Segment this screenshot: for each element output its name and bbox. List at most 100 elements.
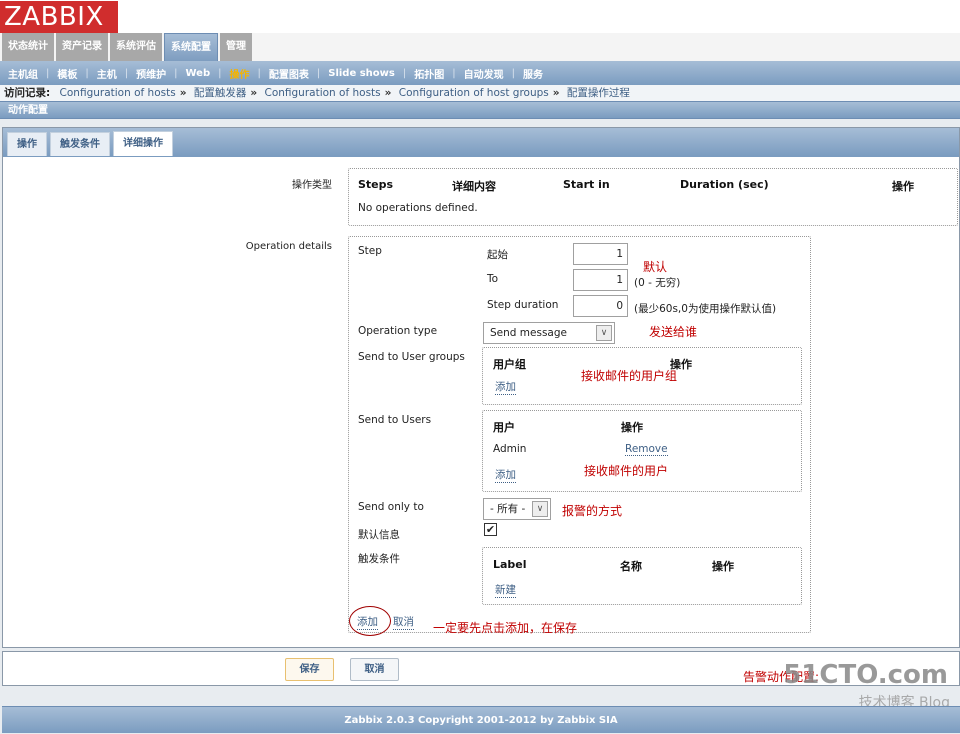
main-menu: 状态统计 资产记录 系统评估 系统配置 管理 [0,33,960,61]
step-from-input[interactable]: 1 [573,243,628,265]
main-menu-reports[interactable]: 系统评估 [110,33,162,61]
separator: | [257,67,261,79]
conditions-label: 触发条件 [358,553,400,565]
save-button[interactable]: 保存 [285,658,334,681]
chevron-down-icon[interactable]: ∨ [532,501,548,517]
cancel-operation-link[interactable]: 取消 [393,614,414,630]
add-user-link[interactable]: 添加 [495,467,516,483]
user-groups-label: Send to User groups [358,351,465,363]
separator: | [218,67,222,79]
cancel-button[interactable]: 取消 [350,658,399,681]
column-header-details: 详细内容 [452,180,496,193]
separator: | [316,67,321,79]
separator: | [85,67,89,79]
step-to-label: To [487,273,499,285]
top-bar: ZABBIX [0,0,960,33]
main-menu-monitoring[interactable]: 状态统计 [2,33,54,61]
column-header-action: 操作 [892,180,914,193]
step-from-label: 起始 [487,249,508,261]
operation-type-label: Operation type [358,325,438,337]
step-duration-label: Step duration [487,299,559,311]
sub-menu-actions[interactable]: 操作 [230,66,250,81]
operation-type-select[interactable]: Send message ∨ [483,322,615,344]
sub-menu-hosts[interactable]: 主机 [97,66,117,81]
sub-menu: 主机组 | 模板 | 主机 | 预维护 | Web | 操作 | 配置图表 | Slide s… [0,61,960,85]
annotation-must-add: 一定要先点击添加，在保存 [433,621,578,635]
separator: | [124,67,129,79]
breadcrumb-item[interactable]: 配置操作过程 [567,87,630,99]
column-header-action: 操作 [712,560,734,573]
column-header-duration: Duration (sec) [680,178,769,191]
annotation-user-groups: 接收邮件的用户组 [581,369,678,383]
tab-action[interactable]: 操作 [7,132,47,156]
breadcrumb-item[interactable]: Configuration of hosts [264,87,380,99]
separator: | [452,67,456,79]
annotation-default: 默认 [643,260,668,274]
tab-conditions[interactable]: 触发条件 [50,132,110,156]
sub-menu-templates[interactable]: 模板 [57,66,77,81]
column-header-start-in: Start in [563,178,610,191]
separator: | [174,67,178,79]
step-duration-hint: (最少60s,0为使用操作默认值) [634,303,777,315]
main-menu-administration[interactable]: 管理 [220,33,252,61]
empty-message: No operations defined. [358,202,478,214]
column-header-steps: Steps [358,178,394,191]
zabbix-logo[interactable]: ZABBIX [0,1,118,33]
step-duration-input[interactable]: 0 [573,295,628,317]
user-name: Admin [493,443,527,455]
sub-menu-slide-shows[interactable]: Slide shows [328,68,395,79]
breadcrumb-separator: » [384,87,392,99]
breadcrumb-separator: » [179,87,187,99]
default-message-checkbox[interactable]: ✔ [484,523,497,536]
breadcrumb-item[interactable]: Configuration of host groups [399,87,549,99]
separator: | [402,67,407,79]
breadcrumb-item[interactable]: 配置触发器 [194,87,247,99]
sub-menu-discovery[interactable]: 自动发现 [464,66,504,81]
main-menu-inventory[interactable]: 资产记录 [56,33,108,61]
step-to-input[interactable]: 1 [573,269,628,291]
tab-bar: 操作 触发条件 详细操作 [3,128,959,157]
chevron-down-icon[interactable]: ∨ [596,325,612,341]
column-header-action: 操作 [621,421,643,434]
annotation-users: 接收邮件的用户 [584,464,669,478]
sub-menu-screens[interactable]: 配置图表 [269,66,309,81]
footer: Zabbix 2.0.3 Copyright 2001-2012 by Zabb… [2,706,960,733]
sub-menu-maintenance[interactable]: 预维护 [136,66,166,81]
section-title: 动作配置 [0,101,960,119]
sub-menu-maps[interactable]: 拓扑图 [414,66,444,81]
add-user-group-link[interactable]: 添加 [495,379,516,395]
step-to-hint: (0 - 无穷) [634,277,681,289]
step-label: Step [358,245,382,257]
breadcrumb-separator: » [250,87,258,99]
operations-label: 操作类型 [292,180,332,191]
sub-menu-host-groups[interactable]: 主机组 [8,66,38,81]
watermark-logo: 51CTO.com [783,660,948,690]
annotation-send-to-whom: 发送给谁 [649,325,698,339]
main-menu-configuration[interactable]: 系统配置 [164,33,218,61]
separator: | [511,67,515,79]
send-only-to-select[interactable]: - 所有 - ∨ [483,498,551,520]
history-label: 访问记录: [4,87,51,99]
tab-operations[interactable]: 详细操作 [113,131,173,156]
breadcrumb-separator: » [552,87,560,99]
column-header-label: Label [493,558,527,571]
conditions-table: Label 名称 操作 新建 [482,547,802,605]
sub-menu-it-services[interactable]: 服务 [523,66,543,81]
send-only-to-value: - 所有 - [490,503,526,515]
breadcrumb-item[interactable]: Configuration of hosts [60,87,176,99]
add-operation-link[interactable]: 添加 [357,614,378,630]
new-condition-link[interactable]: 新建 [495,582,516,598]
column-header-user-group: 用户组 [493,358,526,371]
remove-user-link[interactable]: Remove [625,443,668,456]
column-header-user: 用户 [493,421,515,434]
breadcrumb: 访问记录: Configuration of hosts» 配置触发器» Con… [0,85,960,101]
default-message-label: 默认信息 [358,529,400,541]
annotation-method: 报警的方式 [562,504,623,518]
operation-details-label: Operation details [245,241,332,252]
column-header-name: 名称 [620,560,642,573]
operation-type-value: Send message [490,327,567,339]
send-only-to-label: Send only to [358,501,424,513]
sub-menu-web[interactable]: Web [186,68,211,79]
users-table: 用户 操作 Admin Remove 添加 [482,410,802,492]
operations-table: Steps 详细内容 Start in Duration (sec) 操作 No… [348,168,958,226]
